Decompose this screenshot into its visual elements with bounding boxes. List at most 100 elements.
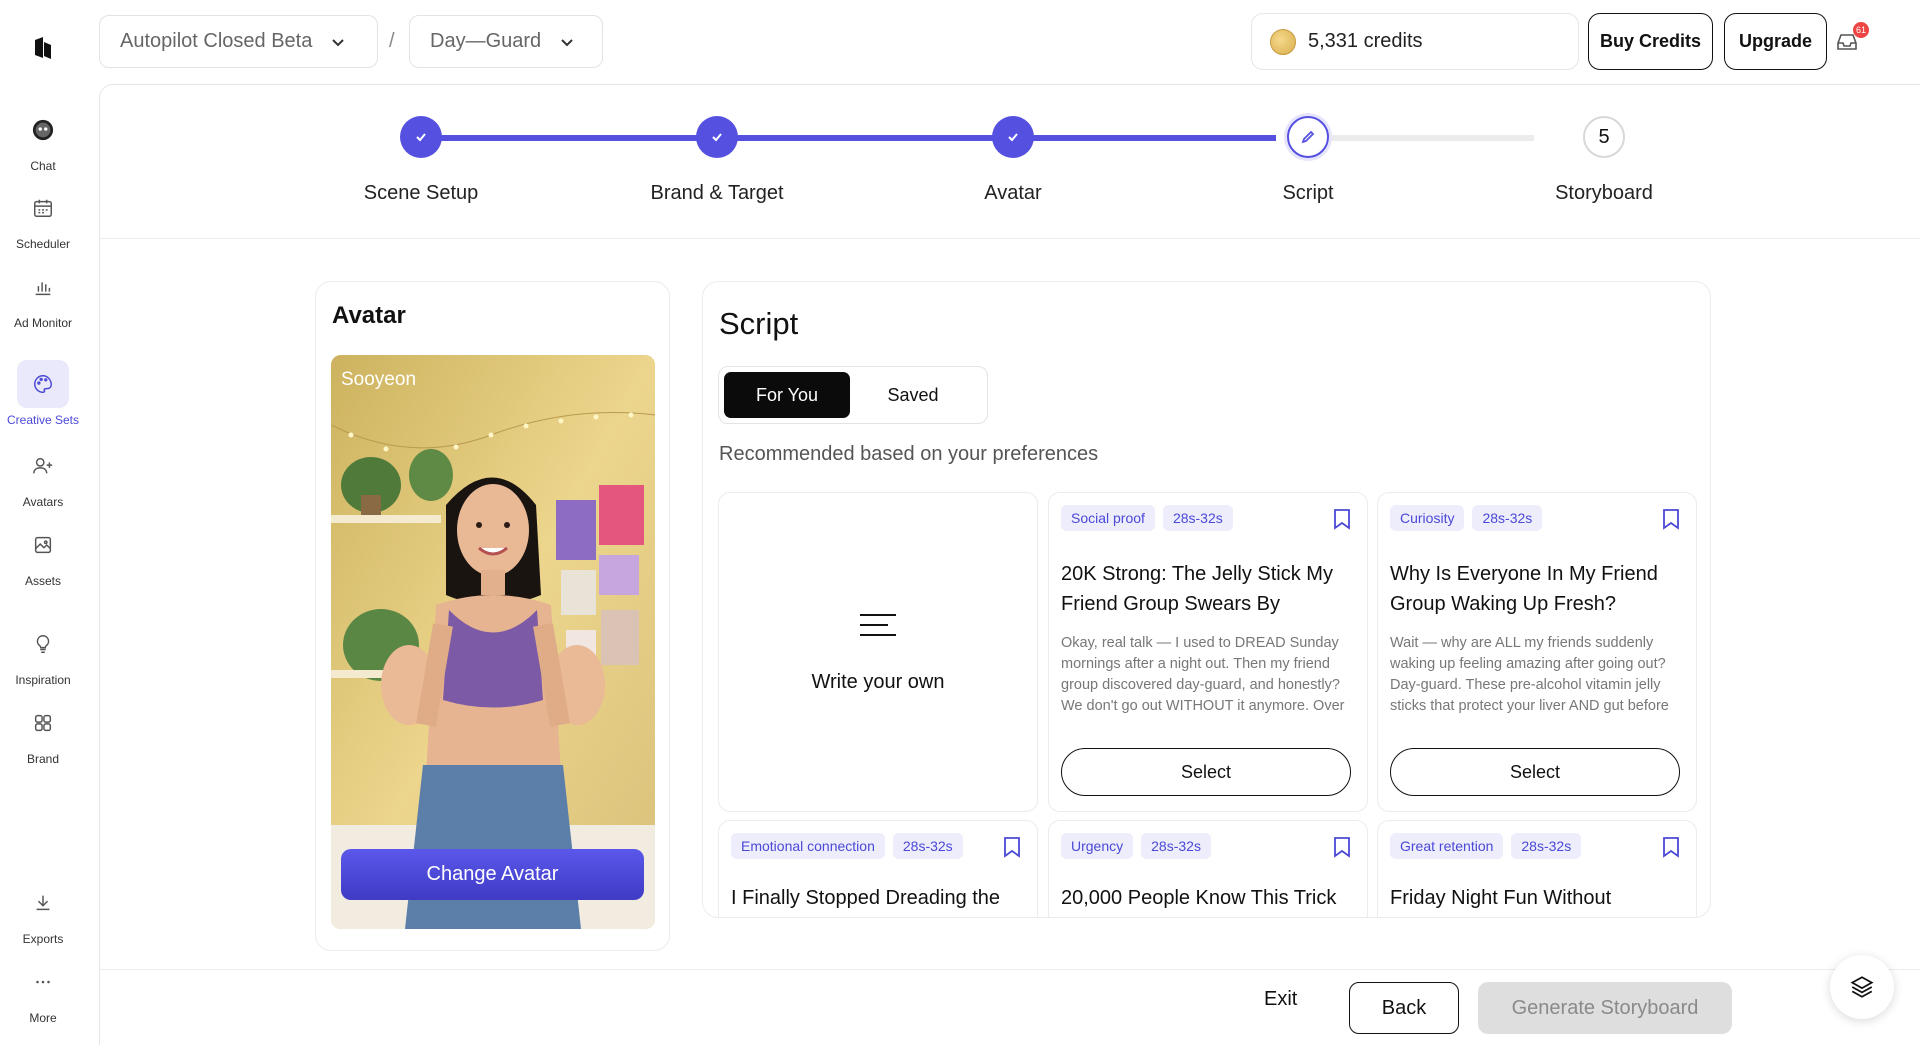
sidebar-item-label: Inspiration [15, 673, 71, 687]
step-label-avatar: Avatar [984, 182, 1042, 204]
buy-credits-button[interactable]: Buy Credits [1588, 13, 1713, 70]
tag-list: Great retention 28s-32s [1390, 833, 1582, 859]
script-card-title: Why Is Everyone In My Friend Group Wakin… [1390, 563, 1658, 615]
tag-list: Curiosity 28s-32s [1390, 505, 1543, 531]
brand-select-label: Day—Guard [430, 30, 542, 52]
exit-button[interactable]: Exit [1264, 988, 1297, 1011]
script-card: Script For You Saved Recommended based o… [702, 281, 1711, 918]
script-option-card: Curiosity 28s-32s Why Is Everyone In My … [1377, 492, 1697, 812]
pencil-icon [1301, 130, 1315, 144]
users-plus-icon [17, 442, 69, 490]
sidebar-item-label: Ad Monitor [13, 316, 73, 330]
sidebar-item-avatars[interactable]: Avatars [0, 442, 86, 509]
bookmark-button[interactable] [1662, 508, 1682, 532]
script-option-card: Great retention 28s-32s Friday Night Fun… [1377, 820, 1697, 917]
bookmark-button[interactable] [1003, 836, 1023, 860]
step-label-script: Script [1282, 182, 1334, 204]
tag: 28s-32s [892, 833, 963, 859]
app-logo[interactable] [32, 36, 54, 60]
project-select-label: Autopilot Closed Beta [120, 30, 313, 52]
avatar-card-title: Avatar [332, 302, 406, 329]
notifications-button[interactable]: 61 [1835, 22, 1869, 54]
step-label-brand-target: Brand & Target [650, 182, 784, 204]
tag: Urgency [1061, 833, 1134, 859]
sidebar-item-label: Scheduler [15, 237, 71, 251]
tag: 28s-32s [1511, 833, 1582, 859]
sidebar-item-label: Brand [26, 752, 60, 766]
step-1-check[interactable] [400, 116, 442, 158]
sidebar-item-label: Chat [30, 159, 56, 173]
tag: Social proof [1061, 505, 1155, 531]
script-title: Script [719, 306, 799, 341]
sidebar-item-label: Exports [22, 932, 64, 946]
notification-badge: 61 [1853, 22, 1869, 38]
sidebar-item-brand[interactable]: Brand [0, 699, 86, 766]
tag: Emotional connection [731, 833, 885, 859]
image-icon [17, 521, 69, 569]
bookmark-button[interactable] [1333, 836, 1353, 860]
breadcrumb-separator: / [389, 30, 395, 52]
tag: 28s-32s [1162, 505, 1233, 531]
tag: 28s-32s [1472, 505, 1543, 531]
sidebar-item-exports[interactable]: Exports [0, 879, 86, 946]
back-button[interactable]: Back [1349, 982, 1459, 1034]
sidebar-item-label: Assets [24, 574, 61, 588]
sidebar-item-label: Avatars [22, 495, 64, 509]
top-bar: Autopilot Closed Beta / Day—Guard 5,331 … [86, 0, 1920, 84]
script-card-body: Okay, real talk — I used to DREAD Sunday… [1061, 635, 1345, 714]
credits-count: 5,331 credits [1308, 30, 1423, 52]
chevron-down-icon [561, 38, 573, 46]
sidebar-item-creative-sets[interactable]: Creative Sets [0, 360, 86, 427]
brand-select[interactable]: Day—Guard [409, 15, 603, 68]
change-avatar-button[interactable]: Change Avatar [341, 849, 644, 900]
generate-storyboard-button[interactable]: Generate Storyboard [1478, 982, 1732, 1034]
sidebar-item-scheduler[interactable]: Scheduler [0, 184, 86, 251]
check-icon [712, 133, 722, 142]
sidebar-item-more[interactable]: More [0, 958, 86, 1025]
chat-bot-icon [17, 106, 69, 154]
bookmark-button[interactable] [1662, 836, 1682, 860]
tag-list: Urgency 28s-32s [1061, 833, 1211, 859]
bookmark-icon [1334, 837, 1350, 858]
sidebar-item-inspiration[interactable]: Inspiration [0, 620, 86, 687]
step-5-number[interactable]: 5 [1583, 116, 1625, 158]
step-4-current[interactable] [1287, 116, 1329, 158]
grid-icon [17, 699, 69, 747]
layers-button[interactable] [1830, 955, 1894, 1019]
step-2-check[interactable] [696, 116, 738, 158]
bookmark-button[interactable] [1333, 508, 1353, 532]
tag-list: Emotional connection 28s-32s [731, 833, 963, 859]
sidebar-item-assets[interactable]: Assets [0, 521, 86, 588]
stepper-progress-line [421, 135, 1276, 141]
bookmark-icon [1334, 509, 1350, 530]
sidebar-item-label: More [29, 1011, 57, 1025]
script-option-card: Social proof 28s-32s 20K Strong: The Jel… [1048, 492, 1368, 812]
select-button[interactable]: Select [1061, 748, 1351, 796]
step-label-storyboard: Storyboard [1555, 182, 1653, 204]
script-option-card: Emotional connection 28s-32s I Finally S… [718, 820, 1038, 917]
tag: Great retention [1390, 833, 1504, 859]
download-icon [17, 879, 69, 927]
bookmark-icon [1004, 837, 1020, 858]
upgrade-button[interactable]: Upgrade [1724, 13, 1827, 70]
select-button[interactable]: Select [1390, 748, 1680, 796]
tab-for-you[interactable]: For You [724, 372, 850, 418]
script-card-title: 20K Strong: The Jelly Stick My Friend Gr… [1061, 563, 1333, 615]
check-icon [416, 133, 426, 142]
tab-saved[interactable]: Saved [850, 372, 976, 418]
step-label-scene-setup: Scene Setup [363, 182, 479, 204]
text-lines-icon [860, 613, 896, 636]
progress-stepper: 5 Scene Setup Brand & Target Avatar Scri… [100, 85, 1920, 239]
bookmark-icon [1663, 509, 1679, 530]
bookmark-icon [1663, 837, 1679, 858]
sidebar-item-chat[interactable]: Chat [0, 106, 86, 173]
script-card-title: I Finally Stopped Dreading the [731, 887, 1001, 909]
sidebar-item-ad-monitor[interactable]: Ad Monitor [0, 263, 86, 330]
script-tabs: For You Saved [718, 366, 988, 424]
layers-icon [1850, 976, 1874, 998]
project-select[interactable]: Autopilot Closed Beta [99, 15, 378, 68]
script-card-title: 20,000 People Know This Trick [1061, 887, 1337, 909]
write-your-own-card[interactable]: Write your own [718, 492, 1038, 812]
coin-icon [1270, 28, 1296, 55]
step-3-check[interactable] [992, 116, 1034, 158]
